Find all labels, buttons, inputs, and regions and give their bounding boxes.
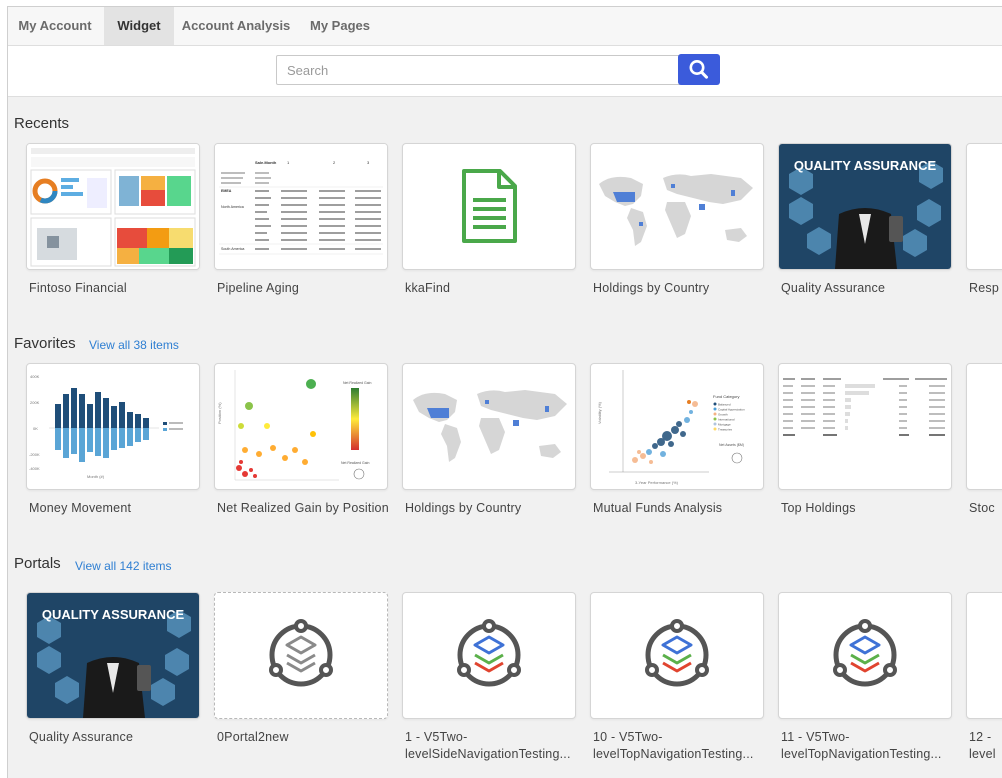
svg-text:Volatility (%): Volatility (%) — [597, 401, 602, 424]
card-label: 1 - V5Two- levelSideNavigationTesting... — [405, 729, 577, 763]
card-label: Fintoso Financial — [29, 281, 127, 295]
partial-thumbnail — [966, 592, 1002, 719]
svg-text:0K: 0K — [33, 426, 38, 431]
svg-text:3-Year Performance (%): 3-Year Performance (%) — [635, 480, 679, 485]
tab-widget[interactable]: Widget — [104, 7, 174, 45]
tab-account-analysis[interactable]: Account Analysis — [176, 7, 296, 45]
card-label-line2: levelSideNavigationTesting... — [405, 747, 571, 761]
layers-portal-icon — [269, 619, 333, 687]
bar-chart-thumbnail: 400K 200K 0K -200K -400K Month (#) — [26, 363, 200, 490]
world-map-thumbnail — [590, 143, 764, 270]
portals-view-all-link[interactable]: View all 142 items — [75, 559, 172, 573]
portal-thumbnail — [590, 592, 764, 719]
card-label: Quality Assurance — [781, 281, 886, 295]
portal-thumbnail — [778, 592, 952, 719]
layers-portal-icon — [833, 619, 897, 687]
card-label: Stoc — [969, 501, 995, 515]
card-label: Holdings by Country — [593, 281, 710, 295]
qa-image-text: QUALITY ASSURANCE — [794, 158, 937, 173]
svg-text:Fund Category: Fund Category — [713, 394, 739, 399]
partial-thumbnail — [966, 143, 1002, 270]
svg-text:Mortgage: Mortgage — [718, 423, 731, 427]
qa-image-text: QUALITY ASSURANCE — [42, 607, 185, 622]
card-label: Pipeline Aging — [217, 281, 300, 295]
search-input[interactable] — [276, 55, 698, 85]
card-label-line1: 12 - — [969, 730, 992, 744]
svg-text:EMEA: EMEA — [221, 189, 232, 193]
dashboard-thumbnail — [26, 143, 200, 270]
svg-text:Net Realized Gain: Net Realized Gain — [343, 381, 371, 385]
quality-assurance-image: QUALITY ASSURANCE — [26, 592, 200, 719]
tab-bar: My Account Widget Account Analysis My Pa… — [8, 7, 1002, 46]
svg-text:International: International — [718, 418, 735, 422]
card-label-line2: levelTopNavigationTesting... — [781, 747, 942, 761]
card-label-line2: levelTopNavigationTesting... — [593, 747, 754, 761]
card-label: 11 - V5Two- levelTopNavigationTesting... — [781, 729, 953, 763]
card-label-line1: 10 - V5Two- — [593, 730, 663, 744]
document-thumbnail — [402, 143, 576, 270]
card-label: 10 - V5Two- levelTopNavigationTesting... — [593, 729, 765, 763]
card-label: 12 - level — [969, 729, 1002, 763]
card-label: Money Movement — [29, 501, 132, 515]
svg-text:-200K: -200K — [29, 452, 40, 457]
portals-title: Portals — [14, 555, 61, 572]
pipeline-header: Sale.Month — [255, 160, 277, 165]
card-label: kkaFind — [405, 281, 451, 295]
svg-text:200K: 200K — [30, 400, 40, 405]
svg-text:Growth: Growth — [718, 413, 728, 417]
svg-text:Treasuries: Treasuries — [718, 428, 733, 432]
search-bar — [8, 46, 1002, 97]
svg-text:400K: 400K — [30, 374, 40, 379]
card-label-line2: level — [969, 747, 996, 761]
svg-text:Position (%): Position (%) — [217, 402, 222, 424]
svg-text:South America: South America — [221, 247, 244, 251]
app-frame: My Account Widget Account Analysis My Pa… — [7, 6, 1002, 778]
svg-text:Balanced: Balanced — [718, 403, 731, 407]
tab-my-pages[interactable]: My Pages — [298, 7, 382, 45]
partial-thumbnail — [966, 363, 1002, 490]
card-label: Resp — [969, 281, 999, 295]
svg-text:Net Assets ($M): Net Assets ($M) — [719, 443, 744, 447]
tab-my-account[interactable]: My Account — [8, 7, 102, 45]
card-label: Holdings by Country — [405, 501, 522, 515]
svg-text:-400K: -400K — [29, 466, 40, 471]
search-button[interactable] — [678, 54, 720, 85]
search-icon — [689, 60, 708, 79]
card-label: 0Portal2new — [217, 730, 289, 744]
card-label: Top Holdings — [781, 501, 856, 515]
document-icon — [462, 169, 517, 243]
scatter-chart-thumbnail: Volatility (%) 3-Year Performance (%) Fu… — [590, 363, 764, 490]
svg-text:Capital Appreciation: Capital Appreciation — [718, 408, 745, 412]
svg-text:Net Realized Gain: Net Realized Gain — [341, 461, 369, 465]
table-thumbnail: Sale.Month 1 2 3 EMEA North America Sout… — [214, 143, 388, 270]
svg-text:North America: North America — [221, 205, 244, 209]
card-label-line1: 11 - V5Two- — [781, 730, 850, 744]
portal-thumbnail — [214, 592, 388, 719]
table-thumbnail — [778, 363, 952, 490]
layers-portal-icon — [645, 619, 709, 687]
svg-text:Month (#): Month (#) — [87, 474, 105, 479]
card-label: Quality Assurance — [29, 730, 134, 744]
card-label: Mutual Funds Analysis — [593, 501, 723, 515]
recents-title: Recents — [14, 115, 70, 132]
favorites-title: Favorites — [14, 335, 76, 352]
card-label: Net Realized Gain by Position — [217, 501, 389, 515]
card-label-line1: 1 - V5Two- — [405, 730, 468, 744]
layers-portal-icon — [457, 619, 521, 687]
quality-assurance-image: QUALITY ASSURANCE — [778, 143, 952, 270]
bubble-chart-thumbnail: Position (%) Net Realized Gain Net Reali… — [214, 363, 388, 490]
world-map-thumbnail — [402, 363, 576, 490]
portal-thumbnail — [402, 592, 576, 719]
favorites-view-all-link[interactable]: View all 38 items — [89, 338, 179, 352]
